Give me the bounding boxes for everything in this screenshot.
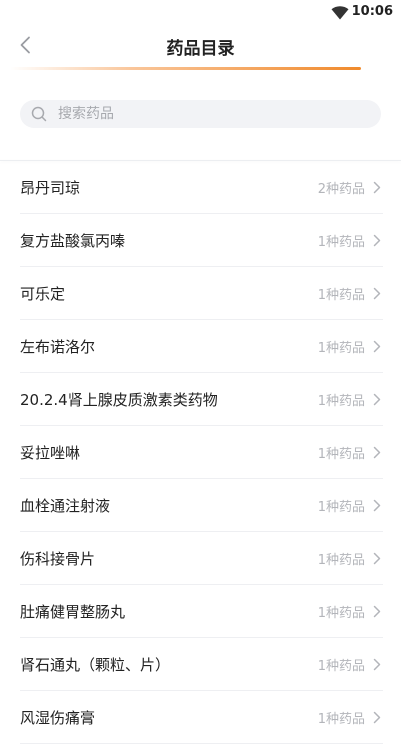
chevron-right-icon [373, 339, 383, 353]
item-meta: 1种药品 [318, 655, 383, 674]
chevron-right-icon [373, 710, 383, 724]
list-item[interactable]: 昂丹司琼 2种药品 [20, 161, 383, 214]
drug-name: 复方盐酸氯丙嗪 [20, 231, 126, 250]
chevron-right-icon [373, 233, 383, 247]
search-icon [30, 105, 48, 123]
drug-count: 1种药品 [317, 393, 365, 409]
drug-count: 2种药品 [317, 181, 365, 197]
page-title: 药品目录 [166, 39, 235, 59]
item-meta: 1种药品 [318, 443, 383, 462]
chevron-right-icon [373, 286, 383, 300]
drug-count: 1种药品 [317, 234, 365, 250]
item-meta: 1种药品 [318, 602, 383, 621]
drug-list: 昂丹司琼 2种药品 复方盐酸氯丙嗪 1种药品 可乐定 1种药品 左布诺洛尔 1种药品 20.2.… [0, 161, 401, 744]
title-underline [10, 67, 361, 70]
drug-count: 1种药品 [317, 340, 365, 356]
drug-count: 1种药品 [317, 711, 365, 727]
drug-name: 左布诺洛尔 [20, 337, 96, 356]
item-meta: 1种药品 [318, 549, 383, 568]
wifi-icon [331, 5, 349, 20]
drug-name: 可乐定 [20, 284, 66, 303]
list-item[interactable]: 20.2.4肾上腺皮质激素类药物 1种药品 [20, 373, 383, 426]
drug-name: 20.2.4肾上腺皮质激素类药物 [20, 390, 218, 409]
search-bar[interactable] [20, 100, 381, 128]
drug-name: 妥拉唑啉 [20, 443, 81, 462]
search-input[interactable] [56, 105, 360, 123]
list-item[interactable]: 复方盐酸氯丙嗪 1种药品 [20, 214, 383, 267]
chevron-right-icon [373, 604, 383, 618]
item-meta: 1种药品 [318, 708, 383, 727]
status-bar: 10:06 [0, 0, 401, 24]
item-meta: 1种药品 [318, 496, 383, 515]
list-item[interactable]: 风湿伤痛膏 1种药品 [20, 691, 383, 744]
drug-name: 伤科接骨片 [20, 549, 96, 568]
item-meta: 1种药品 [318, 284, 383, 303]
chevron-right-icon [373, 551, 383, 565]
chevron-right-icon [373, 657, 383, 671]
list-item[interactable]: 伤科接骨片 1种药品 [20, 532, 383, 585]
drug-count: 1种药品 [317, 552, 365, 568]
search-section [0, 70, 401, 130]
chevron-right-icon [373, 445, 383, 459]
list-item[interactable]: 妥拉唑啉 1种药品 [20, 426, 383, 479]
drug-name: 昂丹司琼 [20, 178, 81, 197]
drug-count: 1种药品 [317, 499, 365, 515]
drug-name: 血栓通注射液 [20, 496, 111, 515]
item-meta: 1种药品 [318, 390, 383, 409]
list-item[interactable]: 肚痛健胃整肠丸 1种药品 [20, 585, 383, 638]
item-meta: 1种药品 [318, 337, 383, 356]
drug-name: 肾石通丸（颗粒、片） [20, 655, 171, 674]
drug-count: 1种药品 [317, 287, 365, 303]
chevron-right-icon [373, 392, 383, 406]
drug-count: 1种药品 [317, 605, 365, 621]
drug-count: 1种药品 [317, 658, 365, 674]
status-time: 10:06 [351, 4, 393, 19]
app-header: 药品目录 [0, 24, 401, 70]
list-item[interactable]: 左布诺洛尔 1种药品 [20, 320, 383, 373]
item-meta: 2种药品 [318, 178, 383, 197]
list-item[interactable]: 可乐定 1种药品 [20, 267, 383, 320]
chevron-right-icon [373, 498, 383, 512]
drug-count: 1种药品 [317, 446, 365, 462]
chevron-right-icon [373, 180, 383, 194]
list-item[interactable]: 肾石通丸（颗粒、片） 1种药品 [20, 638, 383, 691]
list-item[interactable]: 血栓通注射液 1种药品 [20, 479, 383, 532]
item-meta: 1种药品 [318, 231, 383, 250]
drug-name: 肚痛健胃整肠丸 [20, 602, 126, 621]
